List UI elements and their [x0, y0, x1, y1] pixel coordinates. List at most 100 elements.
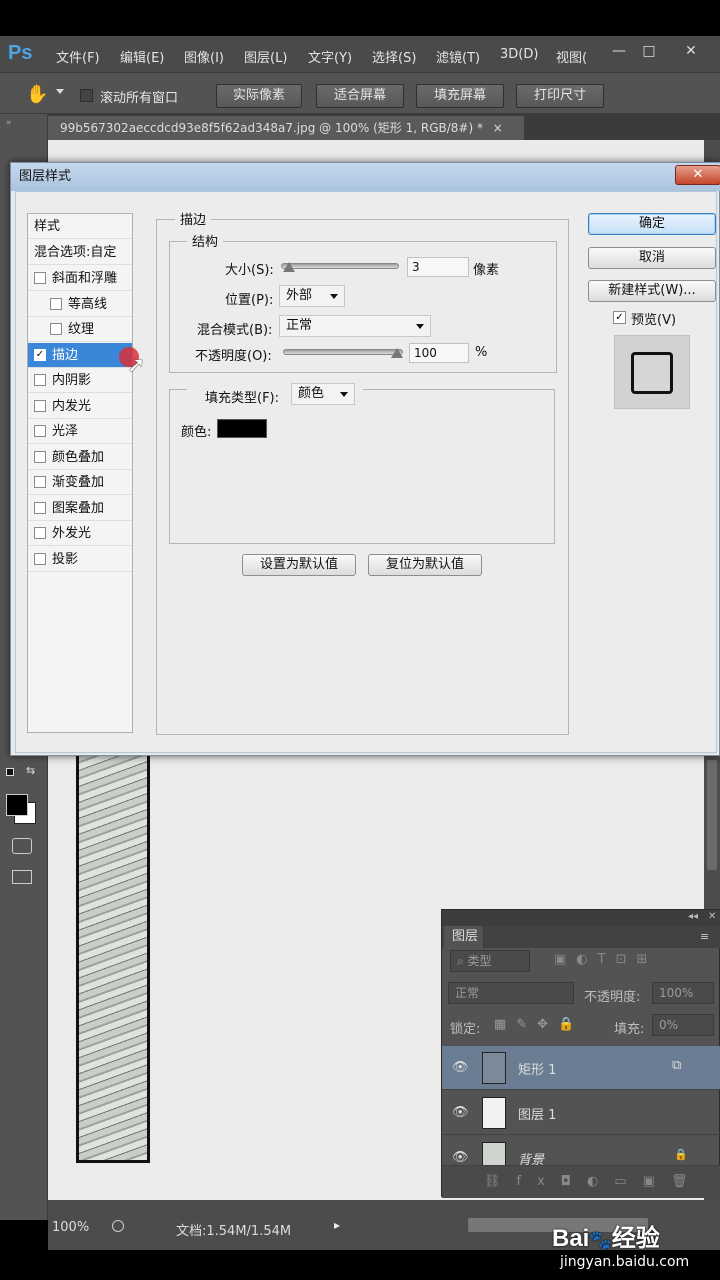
scrollbar-thumb[interactable]: [707, 760, 717, 870]
menu-filter[interactable]: 滤镜(T): [436, 47, 480, 66]
blend-options-item[interactable]: 混合选项:自定: [28, 240, 132, 265]
style-item-label: 斜面和浮雕: [52, 271, 118, 286]
style-checkbox[interactable]: [50, 297, 62, 310]
style-checkbox[interactable]: [34, 527, 46, 539]
size-input[interactable]: 3: [407, 257, 469, 277]
styles-header[interactable]: 样式: [28, 214, 132, 239]
document-size: 文档:1.54M/1.54M: [176, 1224, 292, 1239]
default-colors-icon[interactable]: [6, 768, 14, 776]
style-item[interactable]: 光泽: [28, 419, 132, 444]
menu-type[interactable]: 文字(Y): [308, 47, 352, 66]
style-item[interactable]: 等高线: [28, 292, 132, 317]
style-item[interactable]: 内发光: [28, 394, 132, 419]
style-checkbox[interactable]: ✓: [34, 348, 46, 361]
filter-kind-dropdown[interactable]: ⌕ 类型: [450, 950, 530, 972]
style-item[interactable]: 外发光: [28, 521, 132, 546]
panel-close-icon[interactable]: ✕: [708, 911, 716, 922]
fill-type-dropdown[interactable]: 颜色: [291, 383, 355, 405]
position-dropdown[interactable]: 外部: [279, 285, 345, 307]
style-item[interactable]: 投影: [28, 547, 132, 572]
stroke-color-swatch[interactable]: [217, 419, 267, 438]
opacity-slider[interactable]: [283, 349, 403, 355]
swap-colors-icon[interactable]: ⇆: [26, 764, 35, 777]
print-size-button[interactable]: 打印尺寸: [516, 84, 604, 108]
style-item[interactable]: 纹理: [28, 317, 132, 342]
style-checkbox[interactable]: [34, 399, 46, 412]
lock-icons[interactable]: ▦✎✥🔒: [494, 1017, 584, 1032]
style-checkbox[interactable]: [34, 450, 46, 463]
style-item-label: 描边: [52, 347, 79, 363]
layer-row-rectangle[interactable]: 👁 矩形 1 ⧉: [442, 1046, 720, 1090]
style-checkbox[interactable]: [34, 425, 46, 437]
tool-preset-chevron-icon[interactable]: [56, 89, 64, 94]
style-checkbox[interactable]: [34, 374, 46, 386]
style-item[interactable]: 斜面和浮雕: [28, 266, 132, 291]
menu-layer[interactable]: 图层(L): [244, 47, 287, 66]
style-item[interactable]: ✓ 描边: [28, 342, 132, 368]
menu-select[interactable]: 选择(S): [372, 47, 416, 66]
eye-icon[interactable]: 👁: [452, 1060, 469, 1075]
style-checkbox[interactable]: [34, 272, 46, 284]
maximize-button[interactable]: □: [634, 40, 664, 62]
menu-image[interactable]: 图像(I): [184, 47, 224, 66]
status-menu-arrow-icon[interactable]: ▸: [334, 1218, 340, 1232]
fit-screen-button[interactable]: 适合屏幕: [316, 84, 404, 108]
opacity-input[interactable]: 100: [409, 343, 469, 363]
dialog-close-button[interactable]: ✕: [675, 165, 720, 185]
opacity-slider-thumb[interactable]: [391, 348, 403, 358]
layer-blend-mode-dropdown[interactable]: 正常: [448, 982, 574, 1004]
style-checkbox[interactable]: [34, 476, 46, 488]
document-tab-title: 99b567302aeccdcd93e8f5f62ad348a7.jpg @ 1…: [60, 121, 483, 135]
menu-file[interactable]: 文件(F): [56, 47, 100, 66]
fill-input[interactable]: 0%: [652, 1014, 714, 1036]
ok-button[interactable]: 确定: [588, 213, 716, 235]
size-label: 大小(S):: [225, 263, 274, 278]
quick-mask-icon[interactable]: [12, 838, 32, 854]
screen-mode-icon[interactable]: [12, 870, 32, 884]
blend-mode-dropdown[interactable]: 正常: [279, 315, 431, 337]
screenshot-frame: Ps 文件(F) 编辑(E) 图像(I) 图层(L) 文字(Y) 选择(S) 滤…: [0, 0, 720, 1280]
size-slider-thumb[interactable]: [283, 262, 296, 272]
layers-footer-icons[interactable]: ⛓fx◘◐▭▣🗑: [442, 1166, 720, 1198]
minimize-button[interactable]: —: [604, 40, 634, 62]
fill-screen-button[interactable]: 填充屏幕: [416, 84, 504, 108]
panel-menu-icon[interactable]: ≡: [700, 930, 709, 943]
tab-layers[interactable]: 图层: [444, 926, 484, 948]
landscape-image-strip[interactable]: [76, 755, 150, 1163]
menu-view[interactable]: 视图(: [556, 47, 587, 66]
style-item[interactable]: 图案叠加: [28, 496, 132, 521]
style-item[interactable]: 颜色叠加: [28, 445, 132, 470]
layer-row-layer1[interactable]: 👁 图层 1: [442, 1091, 720, 1135]
scroll-all-checkbox[interactable]: [80, 89, 93, 102]
panel-collapse-icon[interactable]: »: [6, 118, 12, 128]
menu-3d[interactable]: 3D(D): [500, 47, 538, 62]
style-item[interactable]: 内阴影: [28, 368, 132, 393]
style-item-label: 内阴影: [52, 373, 92, 388]
zoom-level[interactable]: 100%: [52, 1220, 89, 1235]
panel-collapse-icon[interactable]: ◂◂: [688, 911, 698, 922]
menu-edit[interactable]: 编辑(E): [120, 47, 164, 66]
style-checkbox[interactable]: [50, 323, 62, 335]
window-close-button[interactable]: ✕: [676, 40, 706, 62]
preview-checkbox[interactable]: ✓: [613, 311, 626, 324]
style-checkbox[interactable]: [34, 552, 46, 565]
reset-default-button[interactable]: 复位为默认值: [368, 554, 482, 576]
status-info-icon[interactable]: [112, 1220, 124, 1232]
foreground-color-swatch[interactable]: [6, 794, 28, 816]
document-tab-close-icon[interactable]: ×: [493, 121, 503, 135]
layer-row-background[interactable]: 👁 背景 🔒: [442, 1136, 720, 1166]
set-default-button[interactable]: 设置为默认值: [242, 554, 356, 576]
size-slider[interactable]: [281, 263, 399, 269]
document-tab[interactable]: 99b567302aeccdcd93e8f5f62ad348a7.jpg @ 1…: [48, 116, 524, 140]
filter-icons[interactable]: ▣◐T⊡⊞: [554, 952, 657, 967]
new-style-button[interactable]: 新建样式(W)...: [588, 280, 716, 302]
eye-icon[interactable]: 👁: [452, 1105, 469, 1120]
style-item[interactable]: 渐变叠加: [28, 470, 132, 495]
eye-icon[interactable]: 👁: [452, 1150, 469, 1165]
layer-effects-icon[interactable]: ⧉: [672, 1058, 681, 1073]
style-checkbox[interactable]: [34, 501, 46, 514]
cancel-button[interactable]: 取消: [588, 247, 716, 269]
actual-pixels-button[interactable]: 实际像素: [216, 84, 302, 108]
layer-opacity-input[interactable]: 100%: [652, 982, 714, 1004]
hand-tool-icon[interactable]: ✋: [26, 84, 48, 105]
